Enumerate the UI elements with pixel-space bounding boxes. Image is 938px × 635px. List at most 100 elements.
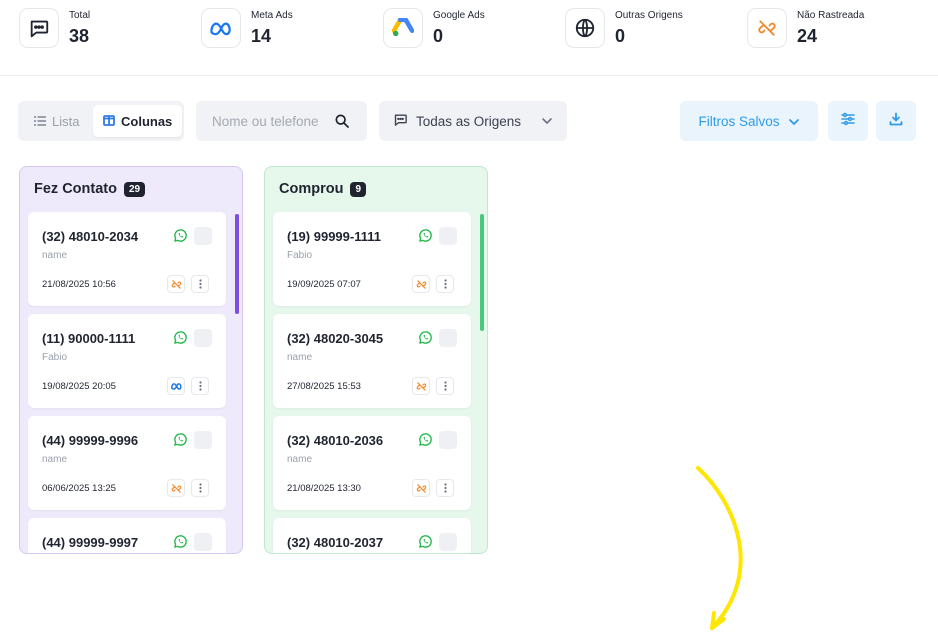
globe-icon <box>565 8 605 48</box>
select-checkbox[interactable] <box>439 431 457 449</box>
lead-phone: (32) 48020-3045 <box>287 331 384 346</box>
saved-filters-label: Filtros Salvos <box>698 113 780 129</box>
lead-card[interactable]: (11) 90000-1111 Fabio 19/08/2025 20:05 <box>28 314 226 408</box>
column-scrollbar[interactable] <box>480 214 484 331</box>
column-header: Fez Contato 29 <box>34 181 146 197</box>
lead-phone: (44) 99999-9997 <box>42 535 139 550</box>
stat-value: 24 <box>797 26 818 46</box>
column-count-badge: 9 <box>350 181 366 197</box>
broken-link-icon <box>747 8 787 48</box>
lead-card[interactable]: (19) 99999-1111 Fabio 19/09/2025 07:07 <box>273 212 471 306</box>
chevron-down-icon <box>788 114 800 129</box>
broken-link-icon <box>167 479 185 497</box>
origin-select-value: Todas as Origens <box>416 113 522 129</box>
stat-total: Total 38 <box>19 8 90 48</box>
search-input[interactable] <box>212 113 330 129</box>
stat-value: 0 <box>615 26 626 46</box>
whatsapp-icon[interactable] <box>173 534 188 549</box>
list-icon <box>34 114 46 129</box>
meta-logo-icon <box>167 377 185 395</box>
stat-value: 38 <box>69 26 90 46</box>
column-header: Comprou 9 <box>279 181 366 197</box>
filter-settings-button[interactable] <box>828 101 868 141</box>
columns-icon <box>103 114 115 129</box>
select-checkbox[interactable] <box>194 329 212 347</box>
whatsapp-icon[interactable] <box>418 534 433 549</box>
stat-outras-origens: Outras Origens 0 <box>565 8 683 48</box>
kanban-column-fez-contato: Fez Contato 29 (32) 48010-2034 name 21/0… <box>19 166 243 554</box>
origin-select[interactable]: Todas as Origens <box>379 101 567 141</box>
more-options-icon[interactable] <box>436 377 454 395</box>
chat-bubble-icon <box>19 8 59 48</box>
stat-label: Outras Origens <box>615 10 683 21</box>
lead-phone: (19) 99999-1111 <box>287 229 381 244</box>
select-checkbox[interactable] <box>194 533 212 551</box>
whatsapp-icon[interactable] <box>173 330 188 345</box>
whatsapp-icon[interactable] <box>418 228 433 243</box>
lead-date: 27/08/2025 15:53 <box>287 381 361 392</box>
stat-label: Meta Ads <box>251 10 293 21</box>
lead-phone: (32) 48010-2034 <box>42 229 139 244</box>
stat-label: Google Ads <box>433 10 485 21</box>
stat-google-ads: Google Ads 0 <box>383 8 485 48</box>
lead-card[interactable]: (44) 99999-9996 name 06/06/2025 13:25 <box>28 416 226 510</box>
lead-date: 21/08/2025 10:56 <box>42 279 116 290</box>
google-ads-logo-icon <box>383 8 423 48</box>
whatsapp-icon[interactable] <box>418 432 433 447</box>
lead-name: name <box>42 250 68 261</box>
lead-name: Fabio <box>287 250 313 261</box>
more-options-icon[interactable] <box>191 479 209 497</box>
broken-link-icon <box>167 275 185 293</box>
column-title: Fez Contato <box>34 181 117 197</box>
select-checkbox[interactable] <box>439 533 457 551</box>
broken-link-icon <box>412 479 430 497</box>
stat-label: Não Rastreada <box>797 10 865 21</box>
stats-bar: Total 38 Meta Ads 14 Google Ads 0 Outras… <box>0 0 938 76</box>
lead-card[interactable]: (44) 99999-9997 <box>28 518 226 553</box>
kanban-column-comprou: Comprou 9 (19) 99999-1111 Fabio 19/09/20… <box>264 166 488 554</box>
whatsapp-icon[interactable] <box>173 432 188 447</box>
lead-phone: (32) 48010-2036 <box>287 433 384 448</box>
search-field <box>196 101 367 141</box>
more-options-icon[interactable] <box>436 479 454 497</box>
lead-card[interactable]: (32) 48010-2037 <box>273 518 471 553</box>
select-checkbox[interactable] <box>439 227 457 245</box>
whatsapp-icon[interactable] <box>418 330 433 345</box>
column-count-badge: 29 <box>123 181 146 197</box>
lead-date: 19/09/2025 07:07 <box>287 279 361 290</box>
view-colunas-button[interactable]: Colunas <box>93 105 183 137</box>
whatsapp-icon[interactable] <box>173 228 188 243</box>
stat-value: 14 <box>251 26 272 46</box>
lead-date: 21/08/2025 13:30 <box>287 483 361 494</box>
annotation-arrow <box>696 466 743 630</box>
view-lista-label: Lista <box>52 113 80 129</box>
column-title: Comprou <box>279 181 344 197</box>
search-icon[interactable] <box>334 113 350 129</box>
chevron-down-icon <box>541 117 553 125</box>
more-options-icon[interactable] <box>436 275 454 293</box>
column-scrollbar[interactable] <box>235 214 239 314</box>
lead-card[interactable]: (32) 48020-3045 name 27/08/2025 15:53 <box>273 314 471 408</box>
view-lista-button[interactable]: Lista <box>24 105 89 137</box>
meta-logo-icon <box>201 8 241 48</box>
stat-value: 0 <box>433 26 444 46</box>
more-options-icon[interactable] <box>191 377 209 395</box>
stat-nao-rastreada: Não Rastreada 24 <box>747 8 864 48</box>
chat-bubble-icon <box>393 112 408 130</box>
lead-date: 19/08/2025 20:05 <box>42 381 116 392</box>
more-options-icon[interactable] <box>191 275 209 293</box>
saved-filters-button[interactable]: Filtros Salvos <box>680 101 818 141</box>
select-checkbox[interactable] <box>439 329 457 347</box>
broken-link-icon <box>412 275 430 293</box>
view-toggle: Lista Colunas <box>18 101 184 141</box>
stat-label: Total <box>69 10 91 21</box>
select-checkbox[interactable] <box>194 431 212 449</box>
lead-card[interactable]: (32) 48010-2034 name 21/08/2025 10:56 <box>28 212 226 306</box>
lead-name: name <box>42 454 68 465</box>
sliders-icon <box>841 112 855 131</box>
lead-card[interactable]: (32) 48010-2036 name 21/08/2025 13:30 <box>273 416 471 510</box>
select-checkbox[interactable] <box>194 227 212 245</box>
download-icon <box>889 112 903 131</box>
lead-phone: (44) 99999-9996 <box>42 433 139 448</box>
download-button[interactable] <box>876 101 916 141</box>
